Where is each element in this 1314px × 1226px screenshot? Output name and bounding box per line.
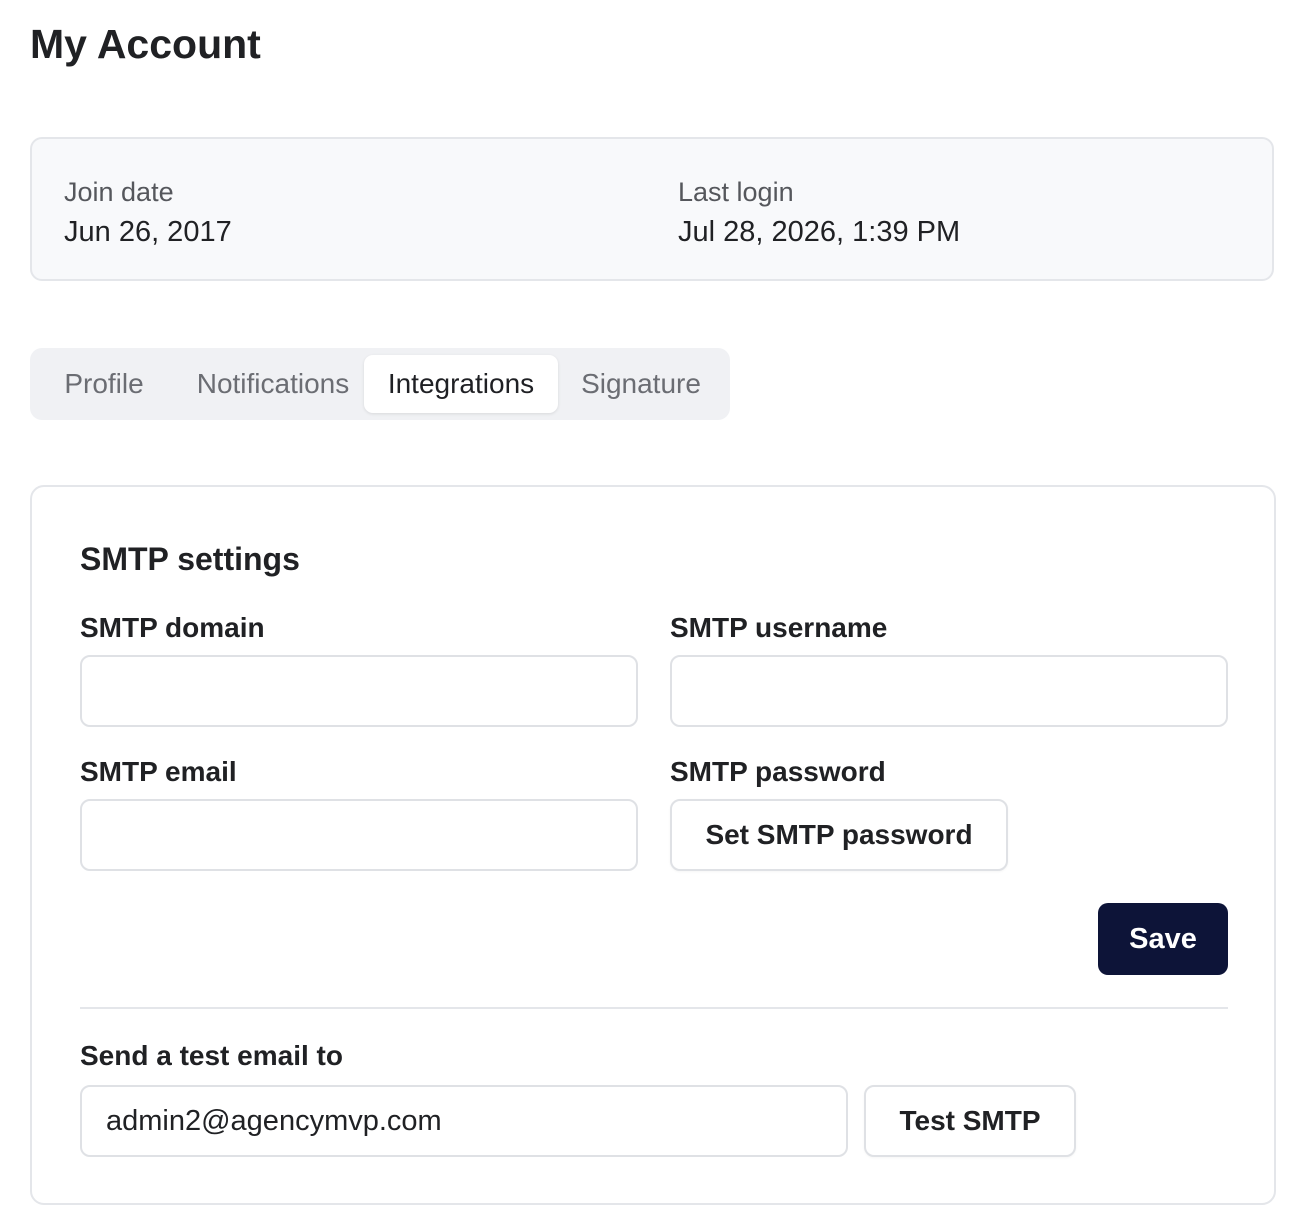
join-date-value: Jun 26, 2017	[64, 216, 232, 248]
page-title: My Account	[30, 21, 261, 67]
test-smtp-button[interactable]: Test SMTP	[864, 1085, 1076, 1157]
set-smtp-password-button[interactable]: Set SMTP password	[670, 799, 1008, 871]
last-login-label: Last login	[678, 177, 794, 207]
account-meta-card: Join date Jun 26, 2017 Last login Jul 28…	[30, 137, 1274, 281]
section-divider	[80, 1007, 1228, 1009]
tab-profile[interactable]: Profile	[38, 355, 170, 413]
smtp-username-label: SMTP username	[670, 612, 888, 643]
smtp-password-label: SMTP password	[670, 756, 886, 787]
smtp-domain-input[interactable]	[80, 655, 638, 727]
last-login-value: Jul 28, 2026, 1:39 PM	[678, 216, 961, 248]
last-login-block: Last login Jul 28, 2026, 1:39 PM	[678, 175, 960, 251]
smtp-email-label: SMTP email	[80, 756, 237, 787]
smtp-section-title: SMTP settings	[80, 541, 300, 577]
tab-integrations[interactable]: Integrations	[364, 355, 558, 413]
smtp-domain-label: SMTP domain	[80, 612, 265, 643]
join-date-block: Join date Jun 26, 2017	[64, 175, 232, 251]
smtp-settings-card: SMTP settings SMTP domain SMTP username …	[30, 485, 1276, 1205]
account-tabs: Profile Notifications Integrations Signa…	[30, 348, 730, 420]
tab-signature[interactable]: Signature	[566, 355, 716, 413]
join-date-label: Join date	[64, 177, 174, 207]
save-button[interactable]: Save	[1098, 903, 1228, 975]
test-email-input[interactable]	[80, 1085, 848, 1157]
tab-notifications[interactable]: Notifications	[168, 355, 378, 413]
test-email-label: Send a test email to	[80, 1040, 343, 1071]
smtp-username-input[interactable]	[670, 655, 1228, 727]
smtp-email-input[interactable]	[80, 799, 638, 871]
